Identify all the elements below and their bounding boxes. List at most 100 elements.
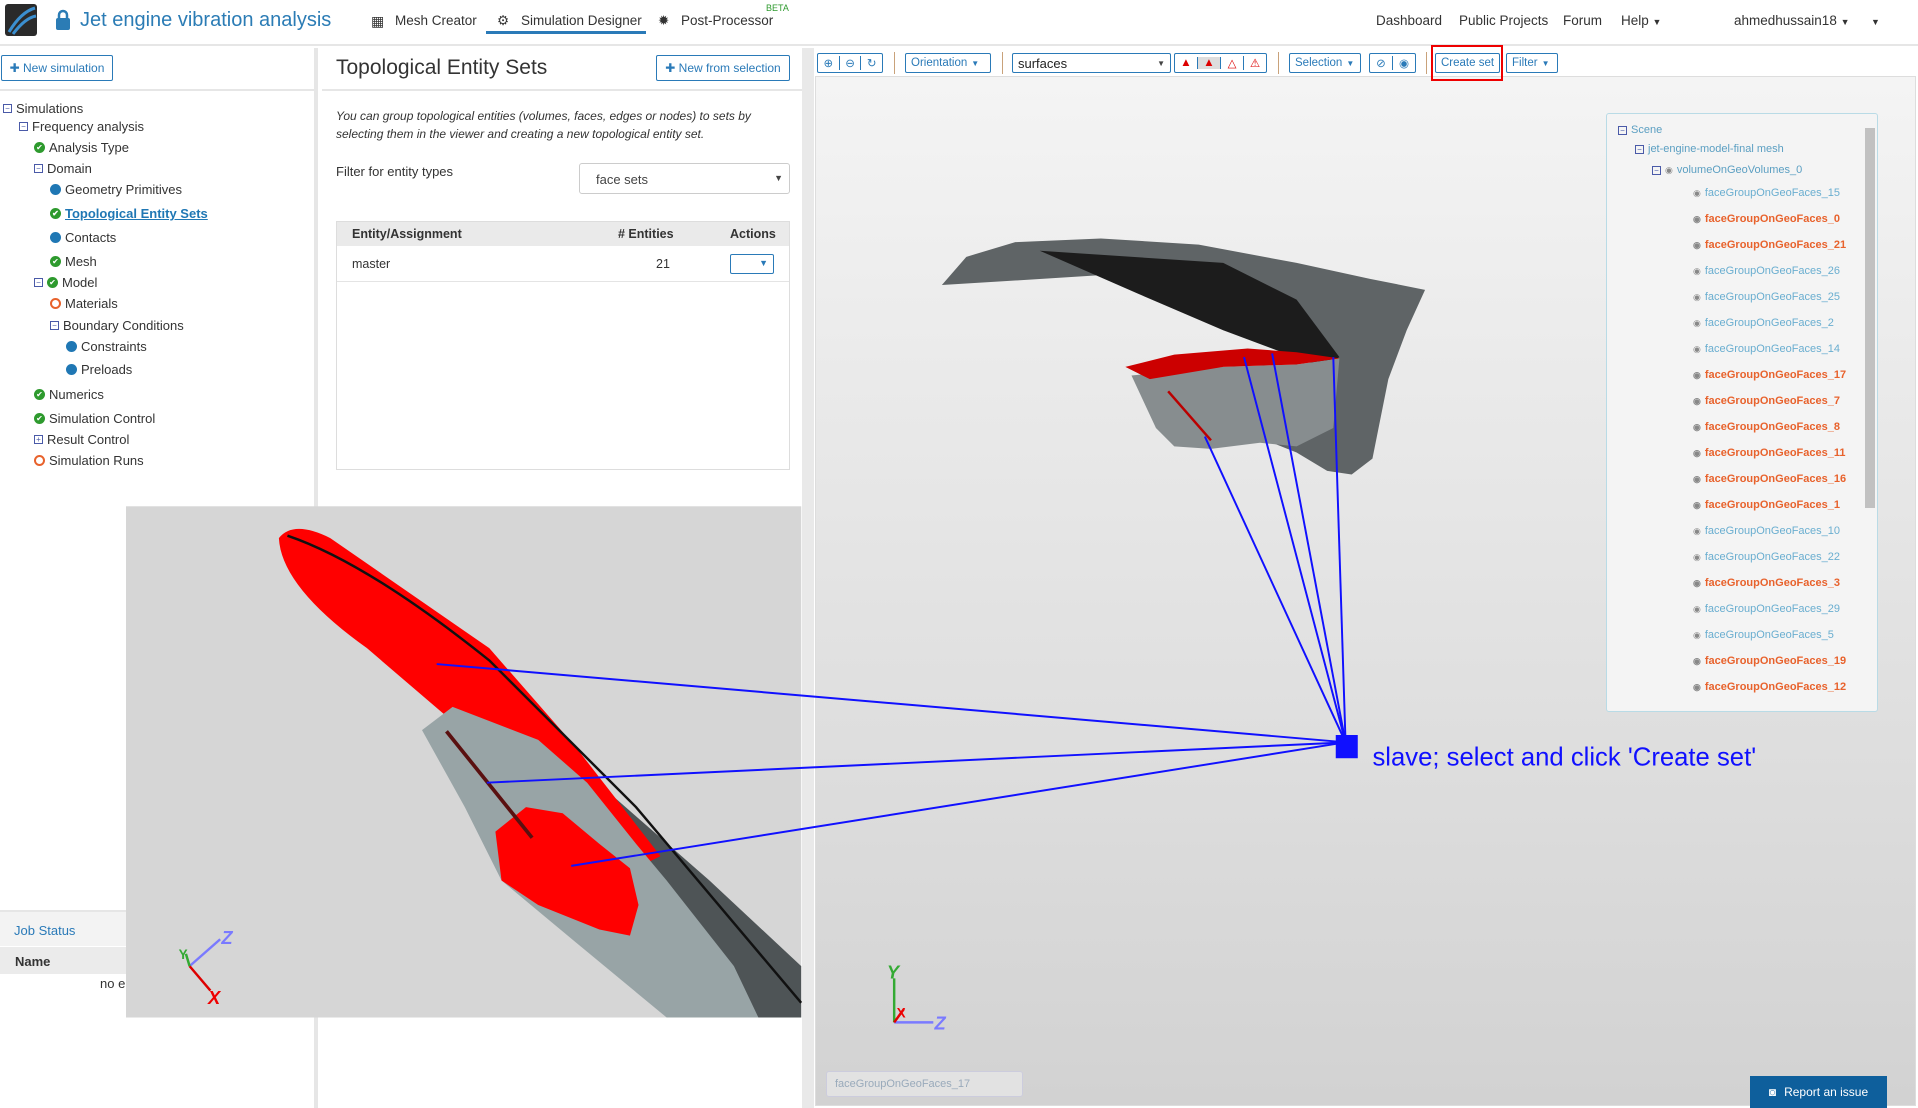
reset-view-icon[interactable]: ↻ — [861, 56, 882, 70]
eye-icon[interactable]: ◉ — [1693, 552, 1701, 563]
new-from-selection-label: New from selection — [678, 61, 781, 75]
eye-icon[interactable]: ◉ — [1693, 448, 1701, 459]
face-group-item[interactable]: ◉ faceGroupOnGeoFaces_15 — [1693, 187, 1840, 199]
tree-item-result-control[interactable]: + Result Control — [34, 432, 129, 447]
eye-icon[interactable]: ◉ — [1693, 526, 1701, 537]
user-menu[interactable]: ahmedhussain18 ▼ — [1734, 13, 1850, 28]
face-group-item[interactable]: ◉ faceGroupOnGeoFaces_0 — [1693, 213, 1840, 225]
zoom-in-icon[interactable]: ⊕ — [818, 56, 840, 70]
filter-dropdown[interactable]: Filter ▼ — [1506, 53, 1558, 73]
tree-item-model[interactable]: − ✔ Model — [34, 275, 97, 290]
nav-mesh-creator[interactable]: Mesh Creator — [395, 13, 477, 28]
tree-item-preloads[interactable]: Preloads — [66, 362, 132, 377]
face-group-item[interactable]: ◉ faceGroupOnGeoFaces_25 — [1693, 291, 1840, 303]
row-actions-dropdown[interactable]: ▼ — [730, 254, 774, 274]
orientation-dropdown[interactable]: Orientation ▼ — [905, 53, 991, 73]
face-group-item[interactable]: ◉ faceGroupOnGeoFaces_10 — [1693, 525, 1840, 537]
face-group-item[interactable]: ◉ faceGroupOnGeoFaces_11 — [1693, 447, 1845, 459]
nav-help[interactable]: Help ▼ — [1621, 13, 1661, 28]
incomplete-icon — [34, 455, 45, 466]
check-icon: ✔ — [34, 413, 45, 424]
eye-icon[interactable]: ◉ — [1665, 165, 1673, 176]
tree-item-simulation-control[interactable]: ✔ Simulation Control — [34, 411, 155, 426]
face-group-item[interactable]: ◉ faceGroupOnGeoFaces_16 — [1693, 473, 1846, 485]
scene-tree-panel — [1606, 113, 1878, 712]
eye-icon[interactable]: ◉ — [1693, 266, 1701, 277]
face-group-item[interactable]: ◉ faceGroupOnGeoFaces_21 — [1693, 239, 1846, 251]
table-row[interactable]: master 21 ▼ — [337, 246, 789, 282]
tree-item-constraints[interactable]: Constraints — [66, 339, 147, 354]
nav-dashboard[interactable]: Dashboard — [1376, 13, 1442, 28]
face-group-item[interactable]: ◉ faceGroupOnGeoFaces_26 — [1693, 265, 1840, 277]
transparent-icon[interactable]: ⚠ — [1244, 56, 1266, 70]
eye-icon[interactable]: ◉ — [1693, 604, 1701, 615]
hover-label-field[interactable]: faceGroupOnGeoFaces_17 — [826, 1071, 1023, 1097]
face-group-item[interactable]: ◉ faceGroupOnGeoFaces_8 — [1693, 421, 1840, 433]
eye-icon[interactable]: ◉ — [1693, 188, 1701, 199]
nav-forum[interactable]: Forum — [1563, 13, 1602, 28]
tree-item-mesh[interactable]: ✔ Mesh — [50, 254, 97, 269]
tree-item-materials[interactable]: Materials — [50, 296, 118, 311]
face-group-item[interactable]: ◉ faceGroupOnGeoFaces_5 — [1693, 629, 1834, 641]
tree-item-simulation-runs[interactable]: Simulation Runs — [34, 453, 144, 468]
hide-icon[interactable]: ⊘ — [1370, 56, 1393, 70]
nav-public-projects[interactable]: Public Projects — [1459, 13, 1548, 28]
nav-simulation-designer[interactable]: Simulation Designer — [521, 13, 642, 28]
eye-icon[interactable]: ◉ — [1693, 682, 1701, 693]
render-mode-select[interactable]: surfaces ▼ — [1012, 53, 1171, 73]
face-group-item[interactable]: ◉ faceGroupOnGeoFaces_12 — [1693, 681, 1846, 693]
scene-root[interactable]: − Scene — [1618, 124, 1662, 136]
face-group-item[interactable]: ◉ faceGroupOnGeoFaces_17 — [1693, 369, 1846, 381]
collapse-icon: − — [50, 321, 59, 330]
face-group-item[interactable]: ◉ faceGroupOnGeoFaces_1 — [1693, 499, 1840, 511]
eye-icon[interactable]: ◉ — [1693, 500, 1701, 511]
eye-icon[interactable]: ◉ — [1693, 578, 1701, 589]
tree-item-domain[interactable]: − Domain — [34, 161, 92, 176]
eye-icon[interactable]: ◉ — [1693, 370, 1701, 381]
surface-edges-icon[interactable]: ▲ — [1198, 57, 1221, 69]
face-group-item[interactable]: ◉ faceGroupOnGeoFaces_3 — [1693, 577, 1840, 589]
face-group-item[interactable]: ◉ faceGroupOnGeoFaces_7 — [1693, 395, 1840, 407]
eye-icon[interactable]: ◉ — [1693, 656, 1701, 667]
eye-icon[interactable]: ◉ — [1693, 344, 1701, 355]
eye-icon[interactable]: ◉ — [1693, 630, 1701, 641]
selection-dropdown[interactable]: Selection ▼ — [1289, 53, 1361, 73]
tree-item-topological-entity-sets[interactable]: ✔ Topological Entity Sets — [50, 206, 208, 221]
tree-item-simulations[interactable]: − Simulations — [3, 101, 83, 116]
scrollbar[interactable] — [1865, 128, 1875, 508]
eye-icon[interactable]: ◉ — [1693, 474, 1701, 485]
report-issue-button[interactable]: ◙ Report an issue — [1750, 1076, 1887, 1108]
show-icon[interactable]: ◉ — [1393, 56, 1415, 70]
tree-item-contacts[interactable]: Contacts — [50, 230, 116, 245]
eye-icon[interactable]: ◉ — [1693, 318, 1701, 329]
app-logo[interactable] — [5, 4, 37, 36]
scene-volume[interactable]: − ◉ volumeOnGeoVolumes_0 — [1652, 164, 1802, 176]
wireframe-icon[interactable]: △ — [1221, 56, 1244, 70]
tree-item-numerics[interactable]: ✔ Numerics — [34, 387, 104, 402]
eye-icon[interactable]: ◉ — [1693, 240, 1701, 251]
face-group-item[interactable]: ◉ faceGroupOnGeoFaces_2 — [1693, 317, 1834, 329]
tree-item-frequency-analysis[interactable]: − Frequency analysis — [19, 119, 144, 134]
solid-surface-icon[interactable]: ▲ — [1175, 57, 1198, 69]
tree-item-analysis-type[interactable]: ✔ Analysis Type — [34, 140, 129, 155]
eye-icon[interactable]: ◉ — [1693, 422, 1701, 433]
more-menu-caret-icon[interactable]: ▼ — [1871, 17, 1880, 27]
face-group-item[interactable]: ◉ faceGroupOnGeoFaces_14 — [1693, 343, 1840, 355]
eye-icon[interactable]: ◉ — [1693, 396, 1701, 407]
zoom-out-icon[interactable]: ⊖ — [840, 56, 862, 70]
face-group-item[interactable]: ◉ faceGroupOnGeoFaces_22 — [1693, 551, 1840, 563]
set-count: 21 — [656, 257, 670, 271]
new-simulation-button[interactable]: ✚ New simulation — [1, 55, 113, 81]
status-dot-icon — [50, 184, 61, 195]
tree-item-geometry-primitives[interactable]: Geometry Primitives — [50, 182, 182, 197]
face-group-item[interactable]: ◉ faceGroupOnGeoFaces_19 — [1693, 655, 1846, 667]
splitter-handle[interactable] — [802, 48, 814, 1108]
new-from-selection-button[interactable]: ✚ New from selection — [656, 55, 790, 81]
tree-item-boundary-conditions[interactable]: − Boundary Conditions — [50, 318, 184, 333]
eye-icon[interactable]: ◉ — [1693, 292, 1701, 303]
scene-mesh[interactable]: − jet-engine-model-final mesh — [1635, 143, 1784, 155]
eye-icon[interactable]: ◉ — [1693, 214, 1701, 225]
face-group-item[interactable]: ◉ faceGroupOnGeoFaces_29 — [1693, 603, 1840, 615]
entity-type-filter-select[interactable]: face sets ▼ — [579, 163, 790, 194]
nav-post-processor[interactable]: Post-Processor — [681, 13, 773, 28]
